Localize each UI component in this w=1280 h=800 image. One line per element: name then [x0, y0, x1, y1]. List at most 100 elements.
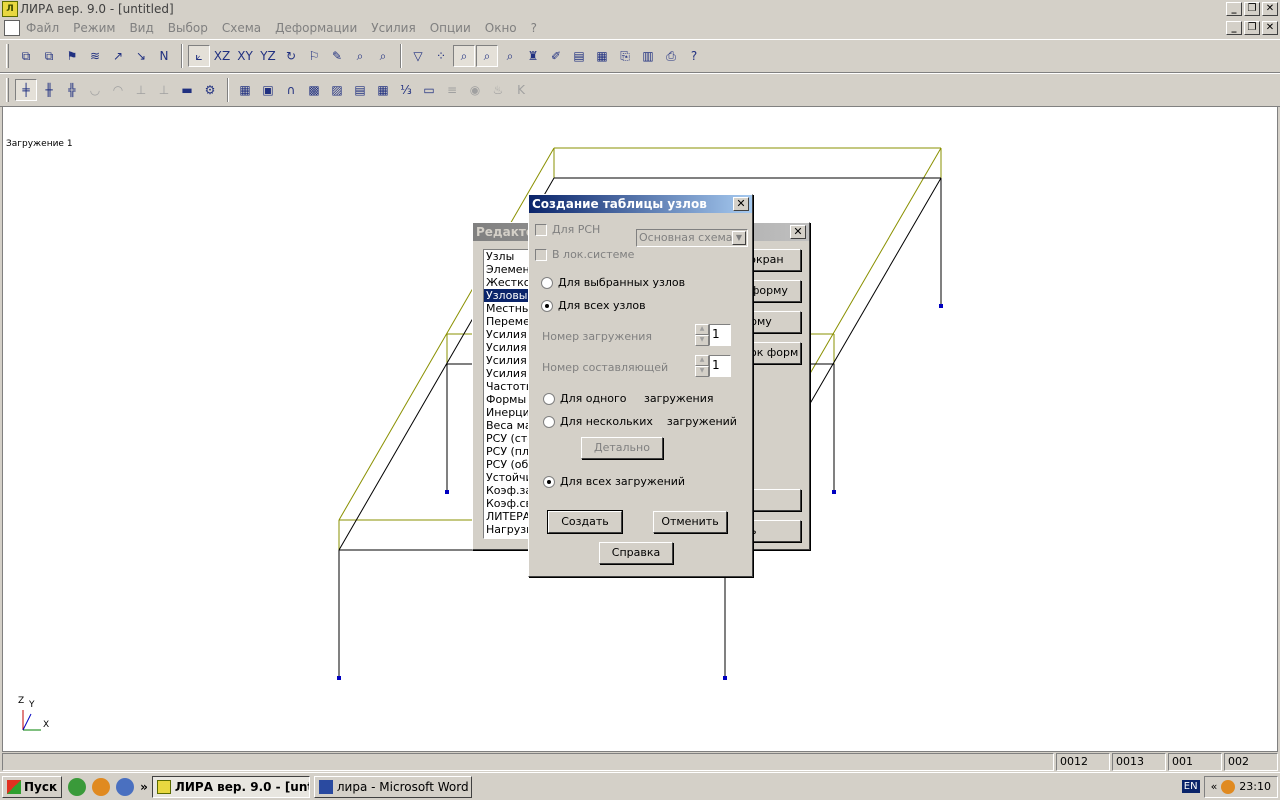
menu-mode[interactable]: Режим [73, 21, 115, 35]
spinner-arrows[interactable]: ▲ ▼ [695, 355, 709, 377]
select-nodes-icon[interactable]: ⁘ [430, 45, 452, 67]
task-word[interactable]: лира - Microsoft Word [313, 775, 472, 798]
displacement-x-icon[interactable]: ↗ [107, 45, 129, 67]
scheme-grid-icon[interactable]: ╪ [15, 79, 37, 101]
menu-select[interactable]: Выбор [168, 21, 208, 35]
displacement-z-icon[interactable]: ↘ [130, 45, 152, 67]
toolbar-grip[interactable] [6, 78, 9, 102]
editor-form2-button[interactable]: рму [747, 311, 801, 333]
support-icon[interactable]: ♨ [487, 79, 509, 101]
deformed-scheme-icon[interactable]: ≋ [84, 45, 106, 67]
print-icon[interactable]: ⎙ [660, 45, 682, 67]
mesh-fill-icon[interactable]: ▣ [257, 79, 279, 101]
network-quicklaunch-icon[interactable] [116, 777, 135, 796]
component-number-field[interactable]: 1 [709, 355, 731, 377]
tray-chevron-icon[interactable]: « [1211, 780, 1218, 793]
documents-icon[interactable]: ⎘ [614, 45, 636, 67]
round-icon[interactable]: ◉ [464, 79, 486, 101]
table-icon[interactable]: ▦ [591, 45, 613, 67]
paste-scheme-icon[interactable]: ⧉ [38, 45, 60, 67]
pencil-icon[interactable]: ✎ [326, 45, 348, 67]
zoom-in-icon[interactable]: ⌕ [453, 45, 475, 67]
slab-icon[interactable]: ▬ [176, 79, 198, 101]
zoom-icon[interactable]: ⌕ [349, 45, 371, 67]
component-number-spinner[interactable]: ▲ ▼ 1 [695, 355, 731, 377]
projection-xy-icon[interactable]: XY [234, 45, 256, 67]
for-rsn-checkbox[interactable]: Для РСН [535, 223, 600, 236]
menu-window[interactable]: Окно [485, 21, 517, 35]
load-number-spinner[interactable]: ▲ ▼ 1 [695, 324, 731, 346]
fragment-icon[interactable]: ⚐ [303, 45, 325, 67]
editor-last-button[interactable]: ь [747, 520, 801, 542]
local-system-checkbox[interactable]: В лок.системе [535, 248, 634, 261]
scheme-select[interactable]: Основная схема ▼ [636, 229, 748, 247]
zoom-all-icon[interactable]: ⌕ [372, 45, 394, 67]
restore-button[interactable]: ❐ [1244, 2, 1260, 16]
language-indicator[interactable]: EN [1181, 780, 1200, 793]
toolbar-grip[interactable] [6, 44, 9, 68]
selected-nodes-radio[interactable]: Для выбранных узлов [541, 276, 685, 289]
shell-icon[interactable]: ◠ [107, 79, 129, 101]
lira-app-icon[interactable]: Л [2, 1, 18, 17]
stiffness-icon[interactable]: ⚙ [199, 79, 221, 101]
all-nodes-radio[interactable]: Для всех узлов [541, 299, 646, 312]
load-number-field[interactable]: 1 [709, 324, 731, 346]
stairs-icon[interactable]: ≡ [441, 79, 463, 101]
context-help-icon[interactable]: ? [683, 45, 705, 67]
book-icon[interactable]: ▥ [637, 45, 659, 67]
projection-xyz-icon[interactable]: ⟀ [188, 45, 210, 67]
quicklaunch-overflow[interactable]: » [140, 780, 148, 794]
doc-close-button[interactable]: ✕ [1262, 21, 1278, 35]
nodes-table-dialog[interactable]: Создание таблицы узлов ✕ Для РСН Основна… [528, 194, 753, 577]
grid-n-icon[interactable]: ▤ [349, 79, 371, 101]
task-lira[interactable]: ЛИРА вер. 9.0 - [unti... [151, 775, 310, 798]
one-load-radio[interactable]: Для одного загружения [543, 392, 713, 405]
document-icon[interactable] [4, 20, 20, 36]
nodes-close-button[interactable]: ✕ [733, 197, 749, 211]
grid-hatch-icon[interactable]: ▨ [326, 79, 348, 101]
zoom-out-icon[interactable]: ⌕ [476, 45, 498, 67]
menu-forces[interactable]: Усилия [371, 21, 415, 35]
spinner-arrows[interactable]: ▲ ▼ [695, 324, 709, 346]
filter-icon[interactable]: ▽ [407, 45, 429, 67]
all-loads-radio[interactable]: Для всех загружений [543, 475, 685, 488]
start-button[interactable]: Пуск [2, 775, 63, 798]
mesh-icon[interactable]: ▦ [234, 79, 256, 101]
several-loads-radio[interactable]: Для нескольких загружений [543, 415, 737, 428]
rotate-icon[interactable]: ↻ [280, 45, 302, 67]
page-icon[interactable]: ▭ [418, 79, 440, 101]
minimize-button[interactable]: _ [1226, 2, 1242, 16]
editor-screen-button[interactable]: экран [747, 249, 801, 271]
clock[interactable]: 23:10 [1239, 780, 1271, 793]
load-icon[interactable]: ⚑ [61, 45, 83, 67]
numbering-icon[interactable]: ⅓ [395, 79, 417, 101]
grid-color-icon[interactable]: ▩ [303, 79, 325, 101]
editor-forms-list-button[interactable]: ок форм [747, 342, 801, 364]
flashlight-icon[interactable]: ♜ [522, 45, 544, 67]
editor-form-button[interactable]: форму [747, 280, 801, 302]
cancel-button[interactable]: Отменить [653, 511, 727, 533]
grid-dark-icon[interactable]: ▦ [372, 79, 394, 101]
menu-file[interactable]: Файл [26, 21, 59, 35]
editor-blank-button[interactable] [747, 489, 801, 511]
column-icon[interactable]: ⊥ [130, 79, 152, 101]
chevron-down-icon[interactable]: ▼ [732, 231, 746, 245]
menu-options[interactable]: Опции [430, 21, 471, 35]
browser-quicklaunch-icon[interactable] [92, 777, 111, 796]
close-button[interactable]: ✕ [1262, 2, 1278, 16]
paint-icon[interactable]: ✐ [545, 45, 567, 67]
projection-xz-icon[interactable]: XZ [211, 45, 233, 67]
coefficient-icon[interactable]: K [510, 79, 532, 101]
arc-icon[interactable]: ◡ [84, 79, 106, 101]
doc-minimize-button[interactable]: _ [1226, 21, 1242, 35]
doc-restore-button[interactable]: ❐ [1244, 21, 1260, 35]
lira-quicklaunch-icon[interactable] [68, 777, 87, 796]
truss-grid-icon[interactable]: ╬ [61, 79, 83, 101]
projection-yz-icon[interactable]: YZ [257, 45, 279, 67]
editor-close-button[interactable]: ✕ [790, 225, 806, 239]
menu-scheme[interactable]: Схема [222, 21, 261, 35]
help-button[interactable]: Справка [599, 542, 673, 564]
menu-help[interactable]: ? [531, 21, 537, 35]
pile-icon[interactable]: ⊥ [153, 79, 175, 101]
create-button[interactable]: Создать [547, 510, 623, 534]
